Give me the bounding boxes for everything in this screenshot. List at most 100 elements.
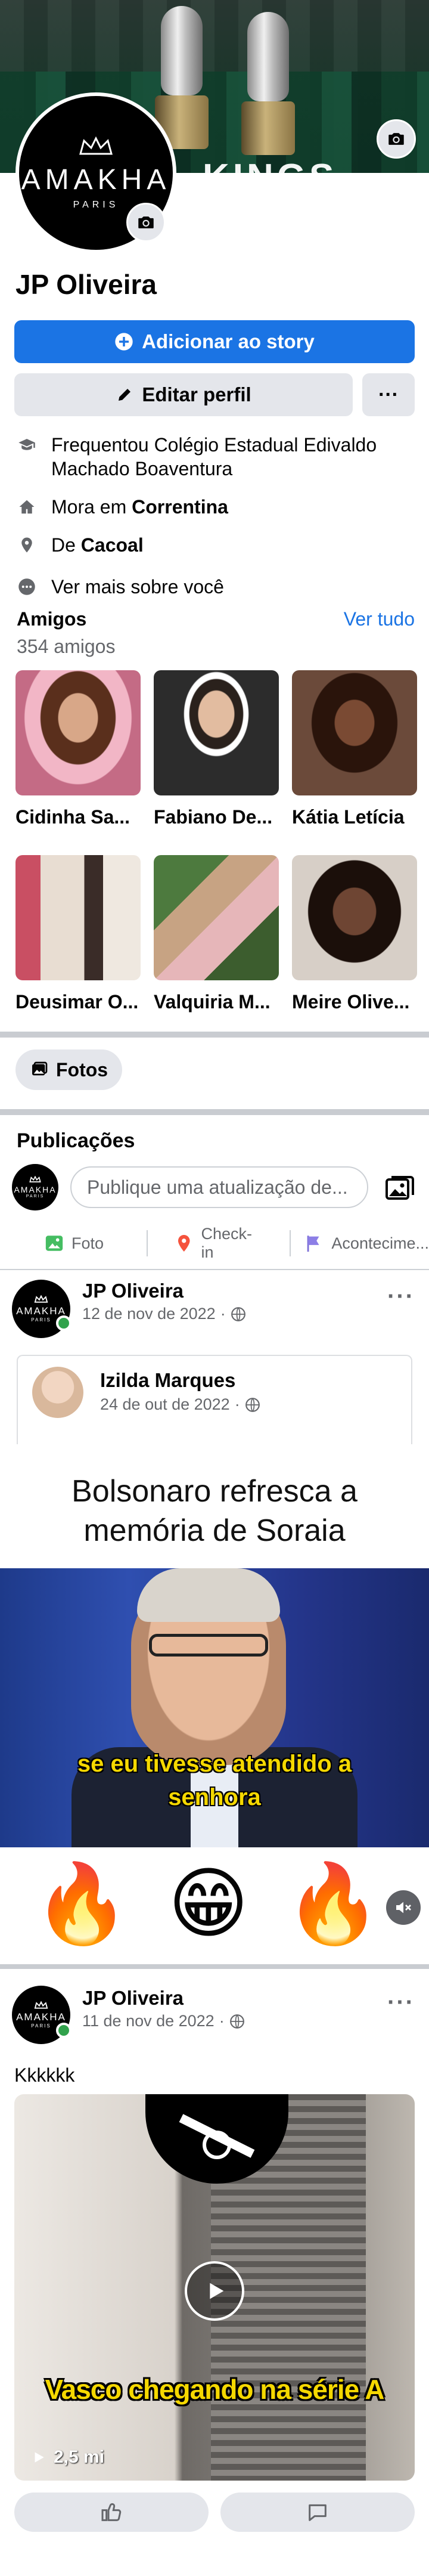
video-subtitle: se eu tivesse atendido a senhora — [0, 1747, 429, 1814]
crown-logo-icon — [79, 136, 113, 154]
photo-icon — [45, 1236, 63, 1251]
photo-action[interactable]: Foto — [44, 1233, 104, 1253]
post-menu-button[interactable]: ··· — [387, 1989, 415, 2016]
more-options-button[interactable]: ··· — [362, 373, 415, 416]
comment-button[interactable] — [220, 2493, 415, 2532]
profile-name: JP Oliveira — [15, 269, 157, 300]
online-indicator — [56, 2023, 72, 2038]
photos-chip-label: Fotos — [56, 1058, 108, 1080]
feed-separator — [0, 1269, 429, 1270]
lives-prefix: Mora em — [51, 496, 132, 518]
friend-card[interactable]: Cidinha Sa... — [15, 670, 141, 828]
play-button[interactable] — [185, 2261, 244, 2321]
post-text: Kkkkkk — [14, 2064, 75, 2086]
shared-timestamp: 24 de out de 2022 · — [100, 1395, 260, 1414]
photo-gallery-icon — [386, 1176, 414, 1200]
checkin-action[interactable]: Check-in — [174, 1225, 263, 1262]
friend-card[interactable]: Deusimar O... — [15, 855, 141, 1013]
fire-emoji: 🔥 — [285, 1858, 381, 1949]
video-subtitle-line-2: senhora — [168, 1784, 261, 1810]
friend-name: Valquiria M... — [154, 991, 271, 1013]
like-button[interactable] — [14, 2493, 209, 2532]
cover-camera-button[interactable] — [377, 119, 416, 159]
dot-separator: · — [219, 2012, 225, 2030]
shared-author-avatar[interactable] — [32, 1367, 83, 1418]
avatar-brand-text: AMAKHA — [16, 2011, 66, 2023]
speaker-muted-icon — [396, 1902, 411, 1914]
camera-icon — [138, 216, 154, 228]
life-event-action[interactable]: Acontecime... — [304, 1233, 429, 1253]
post-video[interactable]: Vasco chegando na série A 2,5 mi — [14, 2094, 415, 2481]
intro-education: Frequentou Colégio Estadual Edivaldo Mac… — [15, 433, 377, 481]
video-caption: Vasco chegando na série A — [45, 2374, 385, 2405]
avatar-brand-text: AMAKHA — [14, 1185, 57, 1194]
see-all-friends-link[interactable]: Ver tudo — [344, 608, 415, 630]
from-prefix: De — [51, 534, 81, 556]
dot-separator: · — [220, 1305, 226, 1323]
avatar-brand-subtext: PARIS — [31, 2023, 51, 2029]
friend-card[interactable]: Valquiria M... — [154, 855, 279, 1013]
video-views: 2,5 mi — [31, 2447, 104, 2467]
friend-photo — [15, 855, 141, 980]
thumbs-up-icon — [101, 2503, 122, 2521]
composer-photo-button[interactable] — [384, 1174, 415, 1202]
friend-photo — [15, 670, 141, 795]
action-separator — [290, 1230, 291, 1256]
intro-lives: Mora em Correntina — [15, 495, 228, 519]
lives-city[interactable]: Correntina — [132, 496, 228, 518]
avatar-brand-subtext: PARIS — [31, 1317, 51, 1323]
friends-title: Amigos — [17, 608, 87, 630]
friend-card[interactable]: Fabiano De... — [154, 670, 279, 828]
friend-name: Kátia Letícia — [292, 806, 405, 828]
globe-icon — [245, 1397, 260, 1412]
friend-name: Cidinha Sa... — [15, 806, 130, 828]
shared-author-name[interactable]: Izilda Marques — [100, 1369, 235, 1392]
location-pin-icon — [178, 1235, 190, 1252]
shared-post-card[interactable]: Izilda Marques 24 de out de 2022 · — [17, 1355, 412, 1444]
more-dots-circle-icon — [15, 575, 38, 599]
intro-from: De Cacoal — [15, 533, 144, 557]
from-city[interactable]: Cacoal — [81, 534, 144, 556]
action-separator — [147, 1230, 148, 1256]
post-timestamp[interactable]: 11 de nov de 2022 · — [82, 2012, 245, 2030]
status-composer-input[interactable]: Publique uma atualização de... — [70, 1166, 368, 1208]
friend-photo — [292, 855, 417, 980]
composer-actions: Foto Check-in Acontecime... — [0, 1222, 429, 1264]
edit-profile-button[interactable]: Editar perfil — [14, 373, 353, 416]
friend-card[interactable]: Kátia Letícia — [292, 670, 417, 828]
video-title-line-1: Bolsonaro refresca a — [72, 1474, 358, 1509]
avatar-brand-text: AMAKHA — [21, 163, 171, 196]
see-more-about-you[interactable]: Ver mais sobre você — [15, 575, 224, 599]
add-story-button[interactable]: Adicionar ao story — [14, 320, 415, 363]
photos-chip[interactable]: Fotos — [15, 1049, 123, 1090]
post-author-name[interactable]: JP Oliveira — [82, 1987, 184, 2010]
post-video[interactable]: se eu tivesse atendido a senhora — [0, 1568, 429, 1847]
grin-emoji: 😁 — [168, 1858, 249, 1949]
section-divider — [0, 1109, 429, 1115]
friend-name: Fabiano De... — [154, 806, 273, 828]
post-timestamp[interactable]: 12 de nov de 2022 · — [82, 1305, 246, 1323]
life-event-action-label: Acontecime... — [331, 1234, 429, 1252]
composer-avatar[interactable]: AMAKHA PARIS — [12, 1164, 58, 1210]
friend-photo — [292, 670, 417, 795]
post-menu-button[interactable]: ··· — [387, 1283, 415, 1310]
add-story-label: Adicionar ao story — [142, 330, 315, 352]
avatar-brand-subtext: PARIS — [26, 1194, 45, 1199]
globe-icon — [231, 1306, 245, 1321]
flag-icon — [307, 1236, 319, 1252]
friend-name: Meire Olive... — [292, 991, 410, 1013]
friend-card[interactable]: Meire Olive... — [292, 855, 417, 1013]
photo-action-label: Foto — [72, 1234, 104, 1252]
post-date-text: 11 de nov de 2022 — [82, 2012, 214, 2030]
location-pin-icon — [15, 533, 38, 557]
pencil-icon — [119, 389, 131, 401]
video-title-line-2: memória de Soraia — [83, 1513, 346, 1548]
fire-emoji: 🔥 — [33, 1858, 130, 1949]
online-indicator — [56, 1315, 72, 1331]
video-figure-glasses — [149, 1634, 268, 1657]
avatar-camera-button[interactable] — [126, 203, 166, 242]
post-author-name[interactable]: JP Oliveira — [82, 1280, 184, 1302]
friend-name: Deusimar O... — [15, 991, 139, 1013]
photos-icon — [32, 1061, 48, 1076]
mute-button[interactable] — [386, 1890, 421, 1925]
